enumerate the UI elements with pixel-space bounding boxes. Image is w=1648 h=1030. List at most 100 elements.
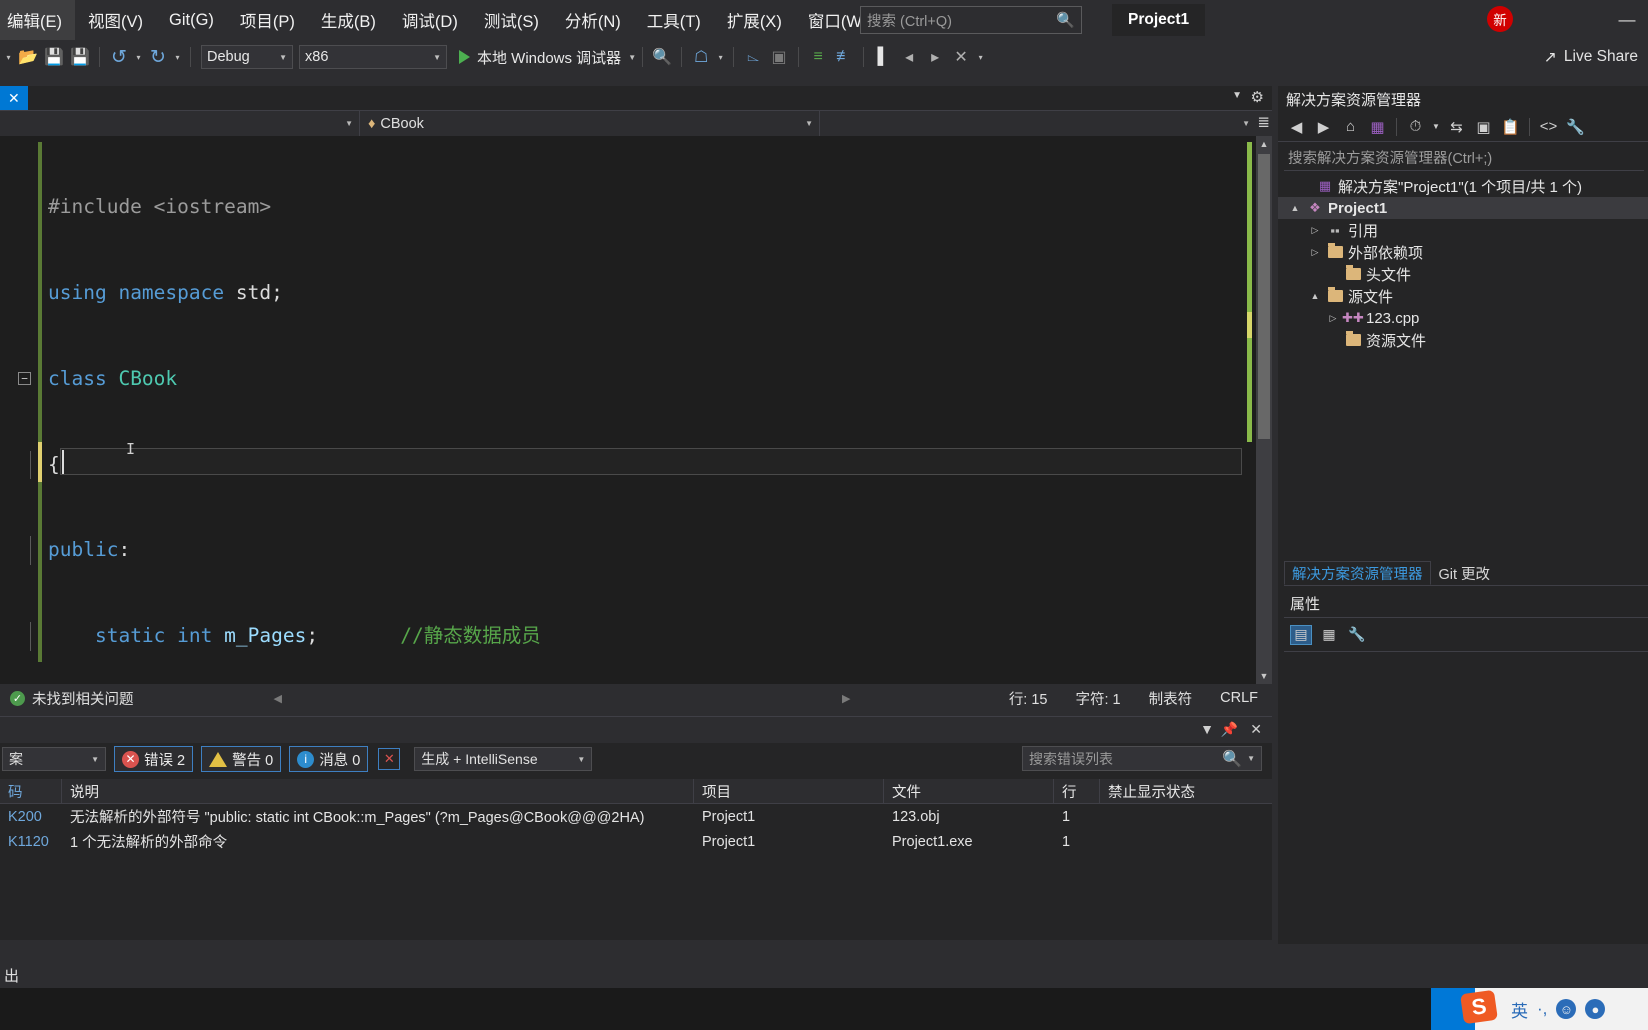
code-editor[interactable]: #include <iostream> using namespace std;…	[0, 136, 1272, 684]
ime-emoji-icon[interactable]: ☺	[1556, 999, 1577, 1019]
alphabetical-view-icon[interactable]: ▦	[1318, 625, 1340, 645]
home-window-icon[interactable]: ☖	[688, 44, 714, 70]
save-all-icon[interactable]: 💾	[67, 44, 93, 70]
scroll-up-arrow[interactable]: ▲	[1256, 136, 1272, 152]
configuration-combo[interactable]: Debug ▼	[201, 45, 293, 69]
scroll-down-arrow[interactable]: ▼	[1256, 668, 1272, 684]
table-row[interactable]: K200 无法解析的外部符号 "public: static int CBook…	[0, 804, 1272, 829]
editor-vertical-scrollbar[interactable]: ▲ ▼	[1256, 136, 1272, 684]
output-window-tab[interactable]: 出	[0, 965, 19, 986]
solution-explorer-search[interactable]: 搜索解决方案资源管理器(Ctrl+;)	[1284, 145, 1644, 171]
column-header-line[interactable]: 行	[1054, 778, 1100, 804]
twisty-icon-project[interactable]: ▲	[1286, 203, 1304, 213]
solution-view-icon[interactable]: ▦	[1365, 115, 1390, 139]
menu-item-debug[interactable]: 调试(D)	[389, 0, 471, 40]
warnings-filter-button[interactable]: 警告 0	[201, 746, 282, 772]
menu-item-test[interactable]: 测试(S)	[471, 0, 552, 40]
tab-git-changes[interactable]: Git 更改	[1431, 561, 1499, 585]
split-view-icon[interactable]: ≣	[1257, 113, 1270, 131]
bookmarks-caret[interactable]: ▾	[974, 44, 987, 70]
undo-caret[interactable]: ▾	[132, 44, 145, 70]
sogou-ime-logo[interactable]: S	[1460, 989, 1498, 1025]
menu-item-analyze[interactable]: 分析(N)	[552, 0, 634, 40]
platform-combo[interactable]: x86 ▼	[299, 45, 447, 69]
tree-item-resource-files[interactable]: 资源文件	[1278, 329, 1648, 351]
next-issue-arrow[interactable]: ▶	[842, 692, 850, 705]
live-share-button[interactable]: ↗ Live Share	[1544, 40, 1638, 74]
menu-item-project[interactable]: 项目(P)	[227, 0, 308, 40]
redo-caret[interactable]: ▾	[171, 44, 184, 70]
navbar-scope-combo[interactable]: ♦ CBook ▼	[360, 110, 820, 137]
menu-item-git[interactable]: Git(G)	[156, 0, 227, 40]
select-element-icon[interactable]: ⌳	[740, 44, 766, 70]
collapse-all-icon[interactable]: ▣	[1471, 115, 1496, 139]
forward-icon[interactable]: ▶	[1311, 115, 1336, 139]
column-header-suppression[interactable]: 禁止显示状态	[1100, 779, 1270, 804]
twisty-icon-external[interactable]: ▷	[1306, 247, 1324, 258]
navbar-project-combo[interactable]: ▼	[0, 110, 360, 137]
show-all-files-icon[interactable]: <>	[1536, 115, 1561, 139]
column-header-code[interactable]: 码	[0, 778, 62, 804]
error-scope-combo[interactable]: 案 ▼	[2, 747, 106, 771]
comment-icon[interactable]: ≢	[831, 44, 857, 70]
attach-to-process-icon[interactable]: 🔍	[649, 44, 675, 70]
save-icon[interactable]: 💾	[41, 44, 67, 70]
property-pages-icon[interactable]: 🔧	[1346, 625, 1368, 645]
tab-overflow-caret[interactable]: ▼	[1232, 90, 1242, 101]
editor-tab-active[interactable]: ✕	[0, 86, 28, 110]
chevron-down-icon-err3[interactable]: ▼	[1247, 754, 1255, 763]
redo-icon[interactable]: ↻	[145, 44, 171, 70]
panel-caret-icon[interactable]: ▼	[1200, 721, 1214, 737]
prev-issue-arrow[interactable]: ◀	[274, 692, 282, 705]
chevron-down-icon-se[interactable]: ▼	[1430, 115, 1442, 139]
menu-item-view[interactable]: 视图(V)	[75, 0, 156, 40]
menu-item-edit[interactable]: 编辑(E)	[0, 0, 75, 40]
twisty-icon-references[interactable]: ▷	[1306, 225, 1324, 236]
column-header-file[interactable]: 文件	[884, 778, 1054, 804]
home-caret[interactable]: ▾	[714, 44, 727, 70]
build-filter-combo[interactable]: 生成 + IntelliSense ▼	[414, 747, 593, 771]
next-bookmark-icon[interactable]: ▸	[922, 44, 948, 70]
pending-changes-icon[interactable]: ⏱	[1403, 115, 1428, 139]
wrench-icon[interactable]: 🔧	[1563, 115, 1588, 139]
menu-item-tools[interactable]: 工具(T)	[634, 0, 714, 40]
tree-item-solution[interactable]: ▦ 解决方案"Project1"(1 个项目/共 1 个)	[1278, 175, 1648, 197]
bookmark-icon[interactable]: ▌	[870, 44, 896, 70]
menu-item-extensions[interactable]: 扩展(X)	[714, 0, 795, 40]
messages-filter-button[interactable]: i 消息 0	[289, 746, 369, 772]
tree-item-source-files[interactable]: ▲ 源文件	[1278, 285, 1648, 307]
minimize-button[interactable]: —	[1606, 0, 1648, 40]
sync-icon[interactable]: ⇆	[1444, 115, 1469, 139]
navbar-member-combo[interactable]: ▼	[820, 111, 1272, 137]
menu-item-build[interactable]: 生成(B)	[308, 0, 389, 40]
twisty-icon-cpp[interactable]: ▷	[1324, 313, 1342, 324]
twisty-icon-source[interactable]: ▲	[1306, 291, 1324, 301]
clear-errors-icon[interactable]: ✕	[378, 748, 401, 770]
tab-solution-explorer[interactable]: 解决方案资源管理器	[1284, 561, 1431, 585]
column-header-description[interactable]: 说明	[62, 778, 694, 804]
ime-more-icon[interactable]: ●	[1585, 999, 1606, 1019]
ime-language-button[interactable]: 英	[1511, 997, 1528, 1022]
column-header-project[interactable]: 项目	[694, 778, 884, 804]
notification-badge[interactable]: 新	[1487, 6, 1513, 32]
gear-icon[interactable]: ⚙	[1251, 88, 1264, 106]
table-row[interactable]: K1120 1 个无法解析的外部命令 Project1 Project1.exe…	[0, 829, 1272, 854]
chevron-down-icon-3[interactable]: ▼	[628, 53, 636, 62]
scroll-thumb[interactable]	[1258, 154, 1270, 439]
tree-item-references[interactable]: ▷ ▪▪ 引用	[1278, 219, 1648, 241]
tree-item-external-dependencies[interactable]: ▷ 外部依赖项	[1278, 241, 1648, 263]
close-panel-icon[interactable]: ✕	[1250, 721, 1262, 738]
prev-bookmark-icon[interactable]: ◂	[896, 44, 922, 70]
error-search-box[interactable]: 搜索错误列表 🔍 ▼	[1022, 746, 1262, 771]
tree-item-cpp-file[interactable]: ▷ ✚✚ 123.cpp	[1278, 307, 1648, 329]
code-text[interactable]: #include <iostream> using namespace std;…	[18, 136, 1258, 684]
pin-icon[interactable]: 📌	[1221, 721, 1238, 738]
properties-window-icon[interactable]: 📋	[1498, 115, 1523, 139]
categorized-view-icon[interactable]: ▤	[1290, 624, 1312, 645]
undo-icon[interactable]: ↺	[106, 44, 132, 70]
tree-item-project[interactable]: ▲ ❖ Project1	[1278, 197, 1648, 219]
back-icon[interactable]: ◀	[1284, 115, 1309, 139]
fold-toggle-class[interactable]: −	[18, 371, 31, 385]
start-debugging-button[interactable]: 本地 Windows 调试器 ▼	[459, 47, 636, 68]
home-icon[interactable]: ⌂	[1338, 115, 1363, 139]
